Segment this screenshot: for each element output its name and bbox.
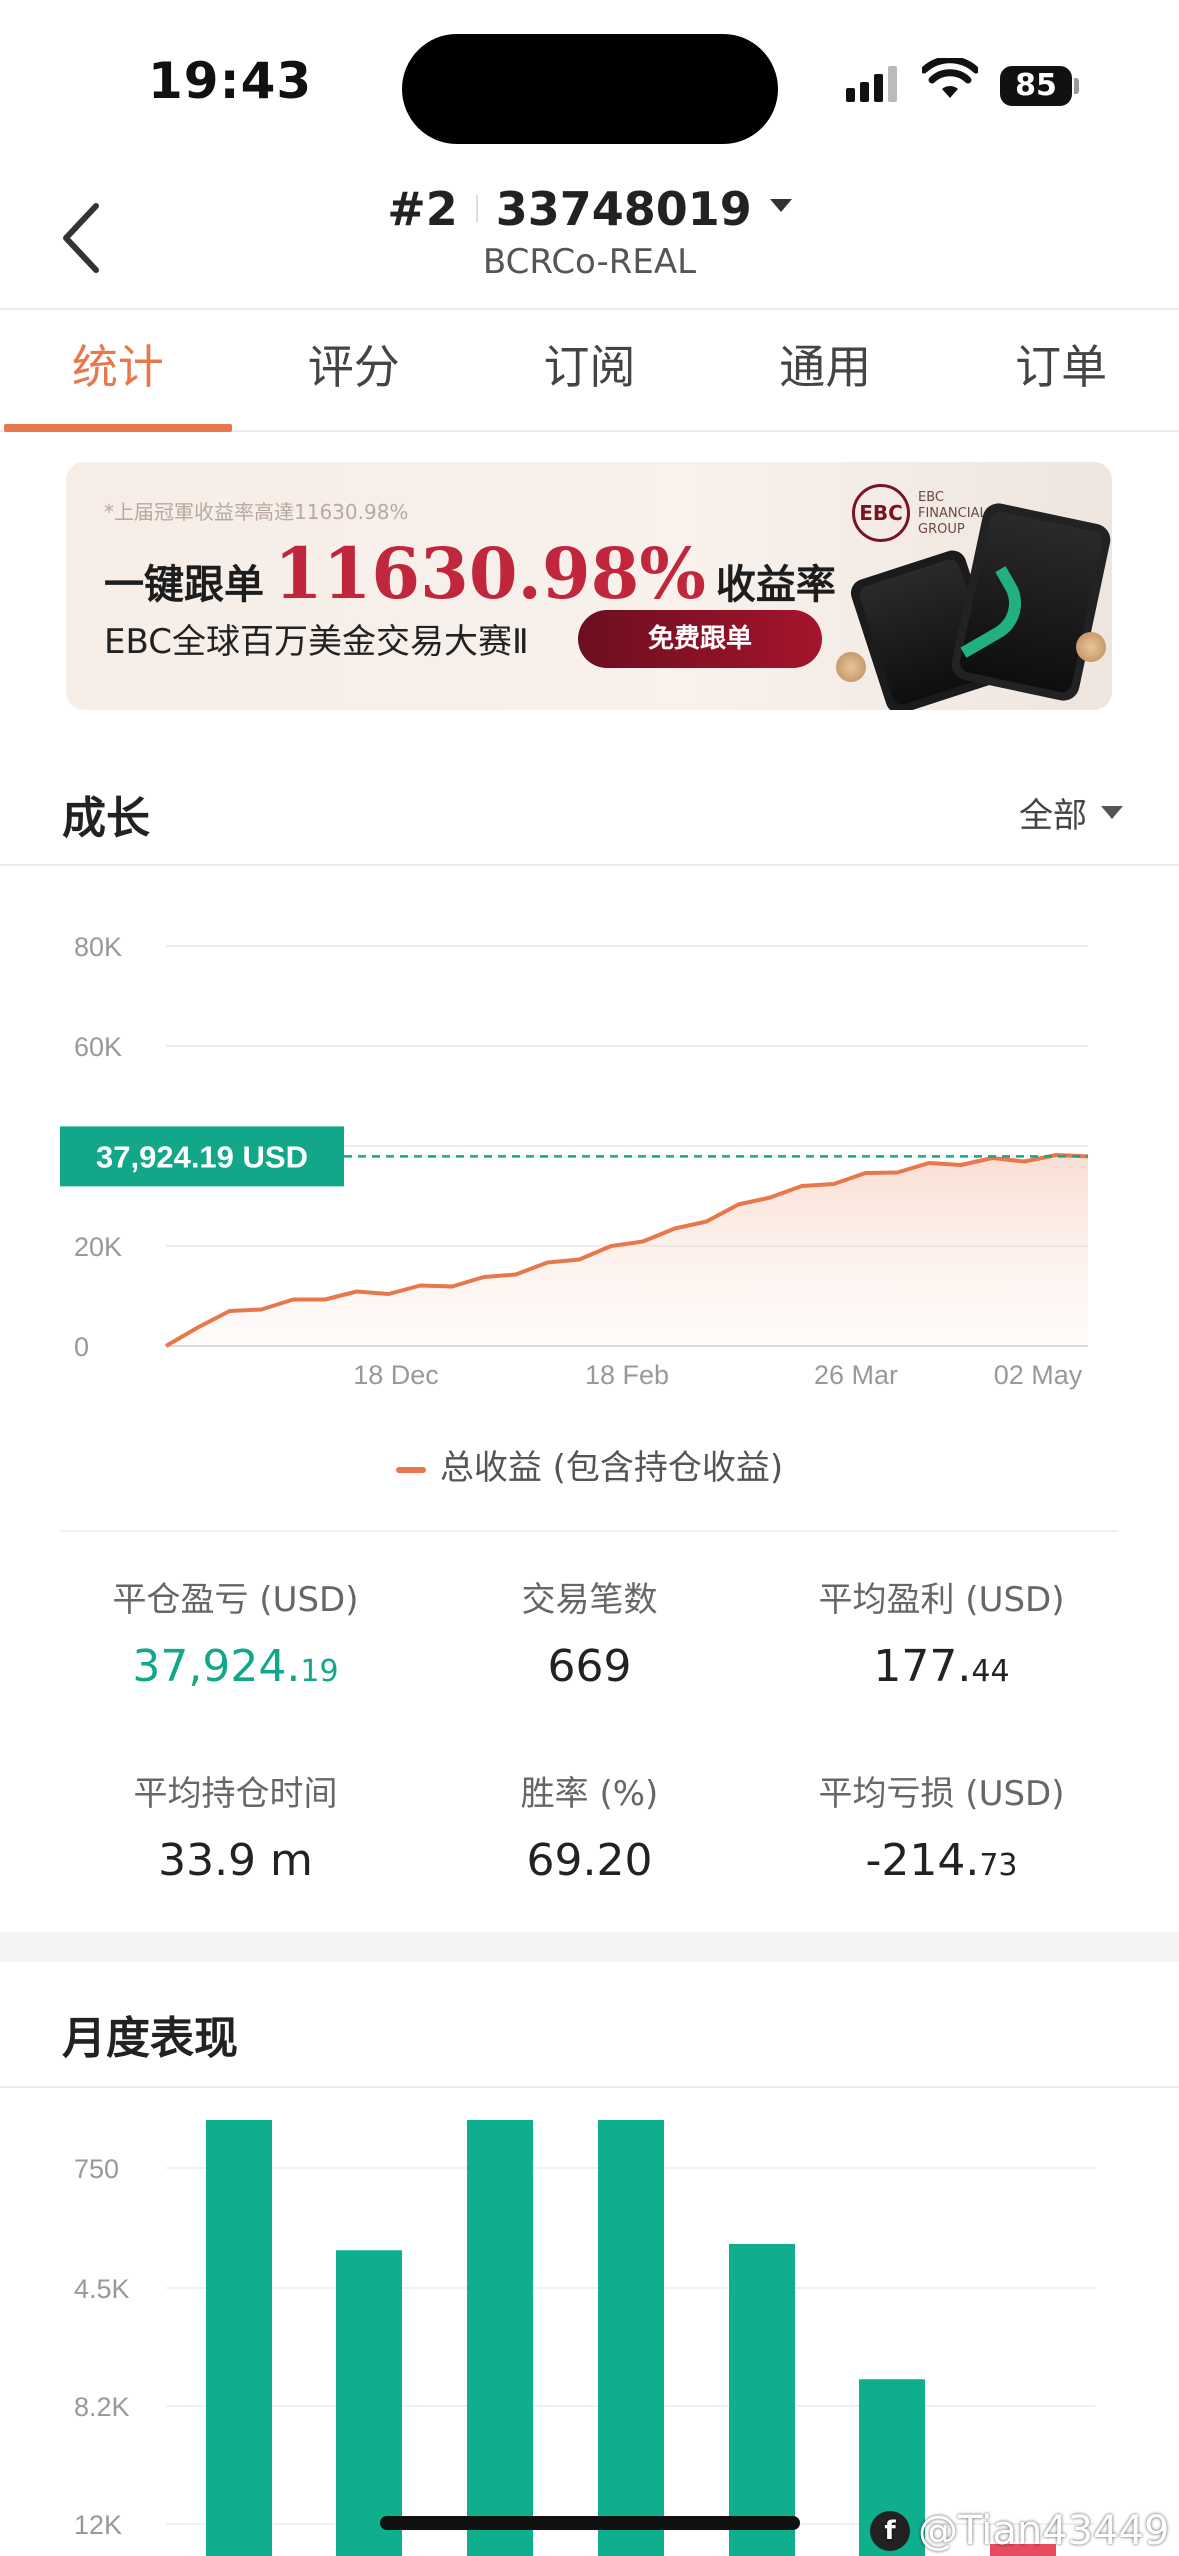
ebc-logo-text: EBC FINANCIAL GROUP	[918, 490, 987, 538]
status-time: 19:43	[148, 52, 313, 110]
y-tick-label: 0	[74, 1332, 89, 1362]
stat-value: 33.9 m	[158, 1835, 313, 1886]
account-number: 33748019	[495, 182, 752, 236]
watermark-text: @Tian43449	[918, 2508, 1170, 2554]
y-tick-label: 80K	[74, 932, 122, 962]
legend-label: 总收益 (包含持仓收益)	[439, 1448, 784, 1488]
tab-subscribe[interactable]: 订阅	[472, 312, 708, 430]
ebc-logo-line-1: EBC	[918, 490, 944, 505]
banner-title-suffix: 收益率	[715, 562, 836, 608]
stat-value-dec: 19	[300, 1654, 339, 1689]
x-tick-label: 18 Dec	[353, 1360, 439, 1390]
stat-value: 69.20	[526, 1835, 653, 1886]
dropdown-caret-icon	[769, 198, 792, 212]
stat-label: 平均亏损 (USD)	[818, 1774, 1065, 1814]
tab-rating[interactable]: 评分	[236, 312, 472, 430]
y-tick-label: 20K	[74, 1232, 122, 1262]
banner-footnote: *上届冠軍收益率高達11630.98%	[104, 500, 409, 524]
stat-avg-loss: 平均亏损 (USD) -214.73	[745, 1766, 1138, 1886]
legend-swatch	[395, 1466, 426, 1473]
wifi-icon	[922, 58, 978, 98]
stat-label: 平仓盈亏 (USD)	[112, 1580, 359, 1620]
growth-chart: 020K40K60K80K18 Dec18 Feb26 Mar02 May37,…	[60, 932, 1089, 1390]
coin-icon	[1076, 632, 1106, 662]
ebc-logo-icon: EBC	[852, 484, 910, 542]
promo-banner[interactable]: *上届冠軍收益率高達11630.98% 一键跟单 11630.98% 收益率 E…	[66, 462, 1112, 710]
monthly-chart: 750 4.5K 8.2K 12K	[74, 2120, 1095, 2556]
y-tick-label: 4.5K	[74, 2274, 130, 2304]
ebc-logo-line-2: FINANCIAL	[918, 506, 987, 521]
account-selector[interactable]: #2 33748019 BCRCo-REAL	[0, 182, 1179, 282]
nav-header: #2 33748019 BCRCo-REAL	[0, 160, 1179, 310]
monthly-bar	[729, 2243, 795, 2556]
stat-value-dec: 73	[979, 1848, 1018, 1883]
growth-section-header: 成长 全部	[0, 746, 1179, 866]
monthly-section-header: 月度表现	[0, 1962, 1179, 2088]
banner-subtitle: EBC全球百万美金交易大赛Ⅱ	[104, 622, 529, 662]
banner-title-pct: 11630.98%	[274, 532, 706, 615]
divider	[60, 1530, 1118, 1532]
stat-label: 平均盈利 (USD)	[818, 1580, 1065, 1620]
free-copy-button[interactable]: 免费跟单	[578, 610, 822, 668]
monthly-bar	[336, 2250, 402, 2556]
stat-label: 平均持仓时间	[133, 1774, 338, 1814]
ebc-logo-line-3: GROUP	[918, 522, 965, 537]
y-tick-label: 12K	[74, 2510, 122, 2540]
y-tick-label: 60K	[74, 1032, 122, 1062]
stat-label: 胜率 (%)	[520, 1774, 659, 1814]
stat-trade-count: 交易笔数 669	[393, 1572, 786, 1692]
current-value-label: 37,924.19 USD	[96, 1139, 308, 1174]
tab-orders[interactable]: 订单	[943, 312, 1179, 430]
account-prefix: #2	[387, 182, 458, 236]
stat-label: 交易笔数	[521, 1580, 658, 1620]
x-tick-label: 02 May	[994, 1360, 1083, 1390]
battery-icon: 85	[1000, 66, 1072, 106]
monthly-title: 月度表现	[62, 2013, 238, 2064]
stat-value-int: 177.	[873, 1641, 972, 1692]
tab-bar: 统计 评分 订阅 通用 订单	[0, 312, 1179, 432]
coin-icon	[836, 652, 866, 682]
stat-avg-profit: 平均盈利 (USD) 177.44	[745, 1572, 1138, 1692]
dynamic-island	[402, 34, 778, 144]
stat-value: -214.73	[745, 1835, 1138, 1886]
monthly-bar	[206, 2120, 272, 2556]
monthly-bar	[598, 2120, 664, 2556]
stat-value-int: -214.	[865, 1835, 980, 1886]
watermark-logo-icon: f	[870, 2511, 910, 2551]
banner-title: 一键跟单 11630.98% 收益率	[104, 532, 836, 615]
watermark: f @Tian43449	[870, 2508, 1169, 2554]
stat-win-rate: 胜率 (%) 69.20	[393, 1766, 786, 1886]
stat-value: 177.44	[745, 1641, 1138, 1692]
home-indicator[interactable]	[380, 2516, 800, 2530]
x-tick-label: 18 Feb	[585, 1360, 669, 1390]
stat-value-int: 37,924.	[132, 1641, 301, 1692]
stat-value-dec: 44	[971, 1654, 1010, 1689]
battery-tip	[1074, 78, 1079, 94]
stat-avg-hold-time: 平均持仓时间 33.9 m	[39, 1766, 432, 1886]
dropdown-caret-icon	[1101, 806, 1123, 819]
tab-statistics[interactable]: 统计	[0, 312, 236, 432]
status-bar: 19:43 85	[0, 0, 1179, 160]
section-separator	[0, 1932, 1179, 1962]
stat-value: 669	[547, 1641, 632, 1692]
stat-value: 37,924.19	[39, 1641, 432, 1692]
account-line[interactable]: #2 33748019	[387, 182, 792, 236]
y-tick-label: 8.2K	[74, 2392, 130, 2422]
account-separator	[475, 195, 478, 223]
stat-closed-pnl: 平仓盈亏 (USD) 37,924.19	[39, 1572, 432, 1692]
growth-legend: 总收益 (包含持仓收益)	[0, 1440, 1179, 1489]
range-dropdown[interactable]: 全部	[1019, 788, 1123, 837]
range-label: 全部	[1019, 796, 1087, 836]
cellular-signal-icon	[846, 66, 897, 102]
tab-general[interactable]: 通用	[707, 312, 943, 430]
banner-title-prefix: 一键跟单	[104, 562, 264, 608]
x-tick-label: 26 Mar	[814, 1360, 898, 1390]
monthly-bar	[467, 2120, 533, 2556]
y-tick-label: 750	[74, 2154, 119, 2184]
growth-title: 成长	[62, 793, 150, 844]
server-name: BCRCo-REAL	[482, 242, 697, 282]
